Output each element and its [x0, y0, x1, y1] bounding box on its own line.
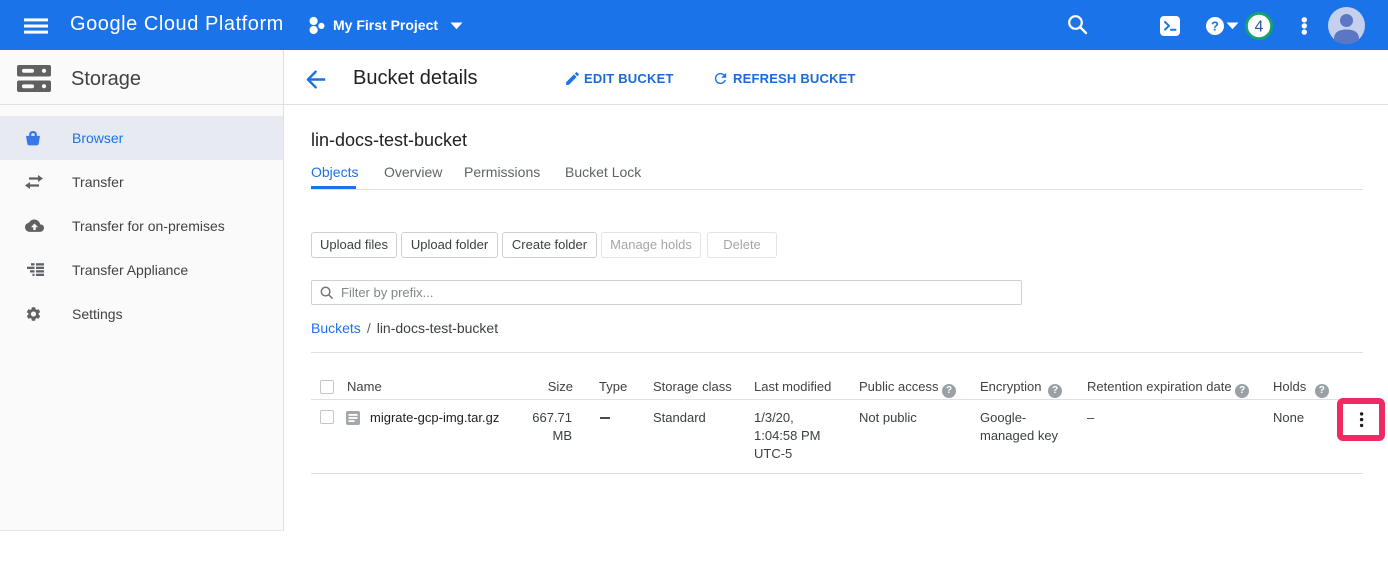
svg-text:?: ? — [1211, 18, 1219, 33]
svg-text:4: 4 — [1255, 19, 1264, 36]
